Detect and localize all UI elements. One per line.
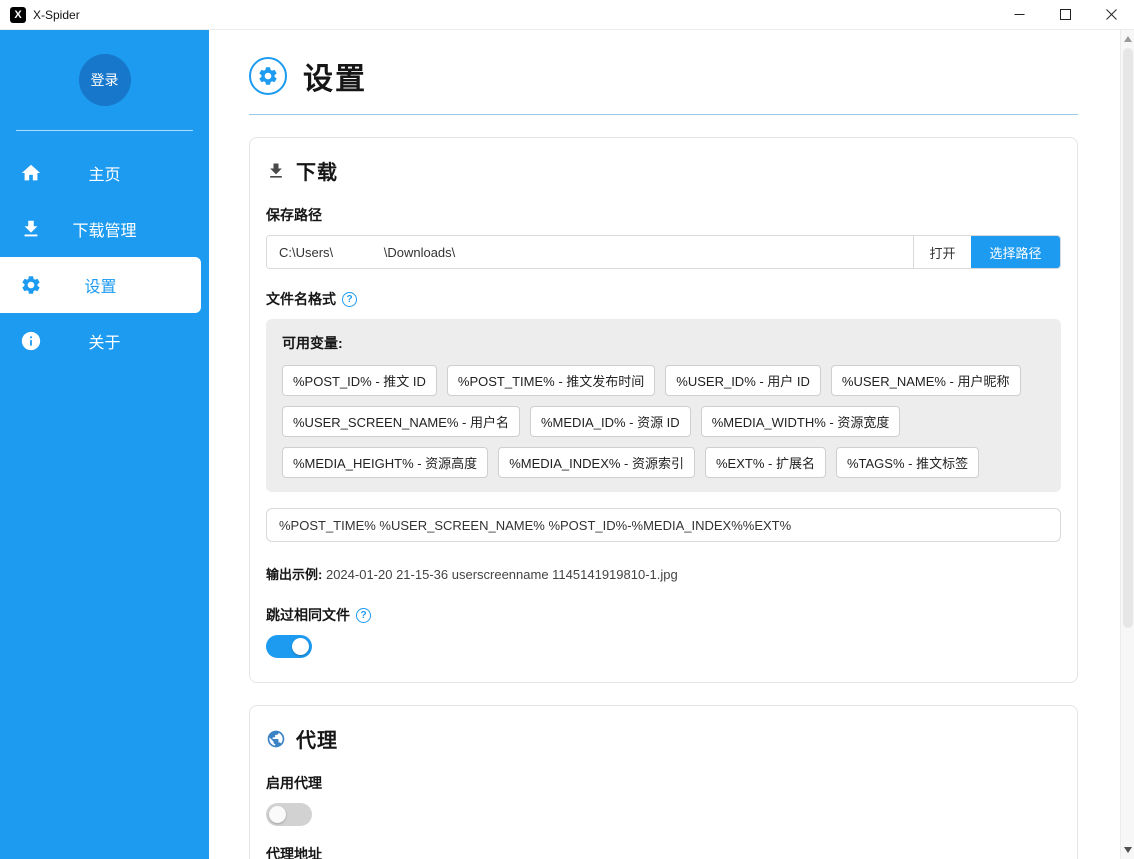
sidebar-item-settings[interactable]: 设置 [0,257,201,313]
settings-gear-icon [249,57,287,95]
home-icon [20,162,42,184]
sidebar-divider [16,130,193,131]
enable-proxy-label: 启用代理 [266,773,1061,793]
sidebar-item-label: 主页 [88,161,120,185]
sidebar-item-about[interactable]: 关于 [0,313,209,369]
download-icon [266,161,286,181]
sidebar-item-label: 下载管理 [72,217,136,241]
variable-chip[interactable]: %MEDIA_WIDTH% - 资源宽度 [701,406,901,437]
variable-chip[interactable]: %MEDIA_HEIGHT% - 资源高度 [282,447,488,478]
variable-chip[interactable]: %MEDIA_ID% - 资源 ID [530,406,691,437]
download-icon [20,218,42,240]
globe-icon [266,729,286,749]
variable-chip[interactable]: %MEDIA_INDEX% - 资源索引 [498,447,695,478]
open-folder-button[interactable]: 打开 [913,236,971,268]
login-button[interactable]: 登录 [79,54,131,106]
enable-proxy-toggle[interactable] [266,803,312,826]
variable-chip[interactable]: %EXT% - 扩展名 [705,447,826,478]
info-icon [20,330,42,352]
save-path-label: 保存路径 [266,205,1061,225]
available-variables-box: 可用变量: %POST_ID% - 推文 ID %POST_TIME% - 推文… [266,319,1061,492]
app-logo-icon: X [10,7,26,23]
sidebar-item-label: 设置 [84,273,116,297]
save-path-group: 打开 选择路径 [266,235,1061,269]
skip-same-file-toggle[interactable] [266,635,312,658]
scroll-up-arrow-icon[interactable] [1121,32,1134,46]
page-header: 设置 [249,54,1078,115]
scroll-down-arrow-icon[interactable] [1121,843,1134,857]
window-title: X-Spider [33,8,80,22]
download-card-title: 下载 [296,156,338,185]
gear-icon [20,274,42,296]
sidebar: 登录 主页 下载管理 设置 关于 [0,30,209,859]
sidebar-item-label: 关于 [88,329,120,353]
skip-same-file-label: 跳过相同文件 ? [266,605,1061,625]
variable-chip[interactable]: %TAGS% - 推文标签 [836,447,979,478]
save-path-input[interactable] [267,236,913,268]
variable-chips: %POST_ID% - 推文 ID %POST_TIME% - 推文发布时间 %… [282,365,1045,478]
maximize-button[interactable] [1042,0,1088,29]
proxy-card-title: 代理 [296,724,338,753]
toggle-knob [292,638,309,655]
scrollbar-thumb[interactable] [1123,48,1133,628]
filename-format-input[interactable] [266,508,1061,542]
page-title: 设置 [303,54,367,98]
filename-format-help-icon[interactable]: ? [342,292,357,307]
main-content: 设置 下载 保存路径 打开 选择路径 文件名格式 ? 可用变量: %POST_I… [209,30,1120,859]
filename-format-label: 文件名格式 ? [266,289,1061,309]
download-card-header: 下载 [266,156,1061,185]
window-controls [996,0,1134,29]
choose-path-button[interactable]: 选择路径 [971,236,1060,268]
proxy-settings-card: 代理 启用代理 代理地址 [249,705,1078,859]
titlebar: X X-Spider [0,0,1134,30]
variable-chip[interactable]: %USER_SCREEN_NAME% - 用户名 [282,406,520,437]
variable-chip[interactable]: %USER_ID% - 用户 ID [665,365,821,396]
variables-title: 可用变量: [282,333,1045,353]
variable-chip[interactable]: %USER_NAME% - 用户昵称 [831,365,1021,396]
skip-same-help-icon[interactable]: ? [356,608,371,623]
variable-chip[interactable]: %POST_TIME% - 推文发布时间 [447,365,655,396]
sidebar-item-home[interactable]: 主页 [0,145,209,201]
close-button[interactable] [1088,0,1134,29]
variable-chip[interactable]: %POST_ID% - 推文 ID [282,365,437,396]
proxy-card-header: 代理 [266,724,1061,753]
vertical-scrollbar[interactable] [1120,30,1134,859]
toggle-knob [269,806,286,823]
minimize-button[interactable] [996,0,1042,29]
sidebar-item-download-manager[interactable]: 下载管理 [0,201,209,257]
download-settings-card: 下载 保存路径 打开 选择路径 文件名格式 ? 可用变量: %POST_ID% … [249,137,1078,683]
output-example: 输出示例: 2024-01-20 21-15-36 userscreenname… [266,564,1061,583]
proxy-address-label: 代理地址 [266,844,1061,859]
